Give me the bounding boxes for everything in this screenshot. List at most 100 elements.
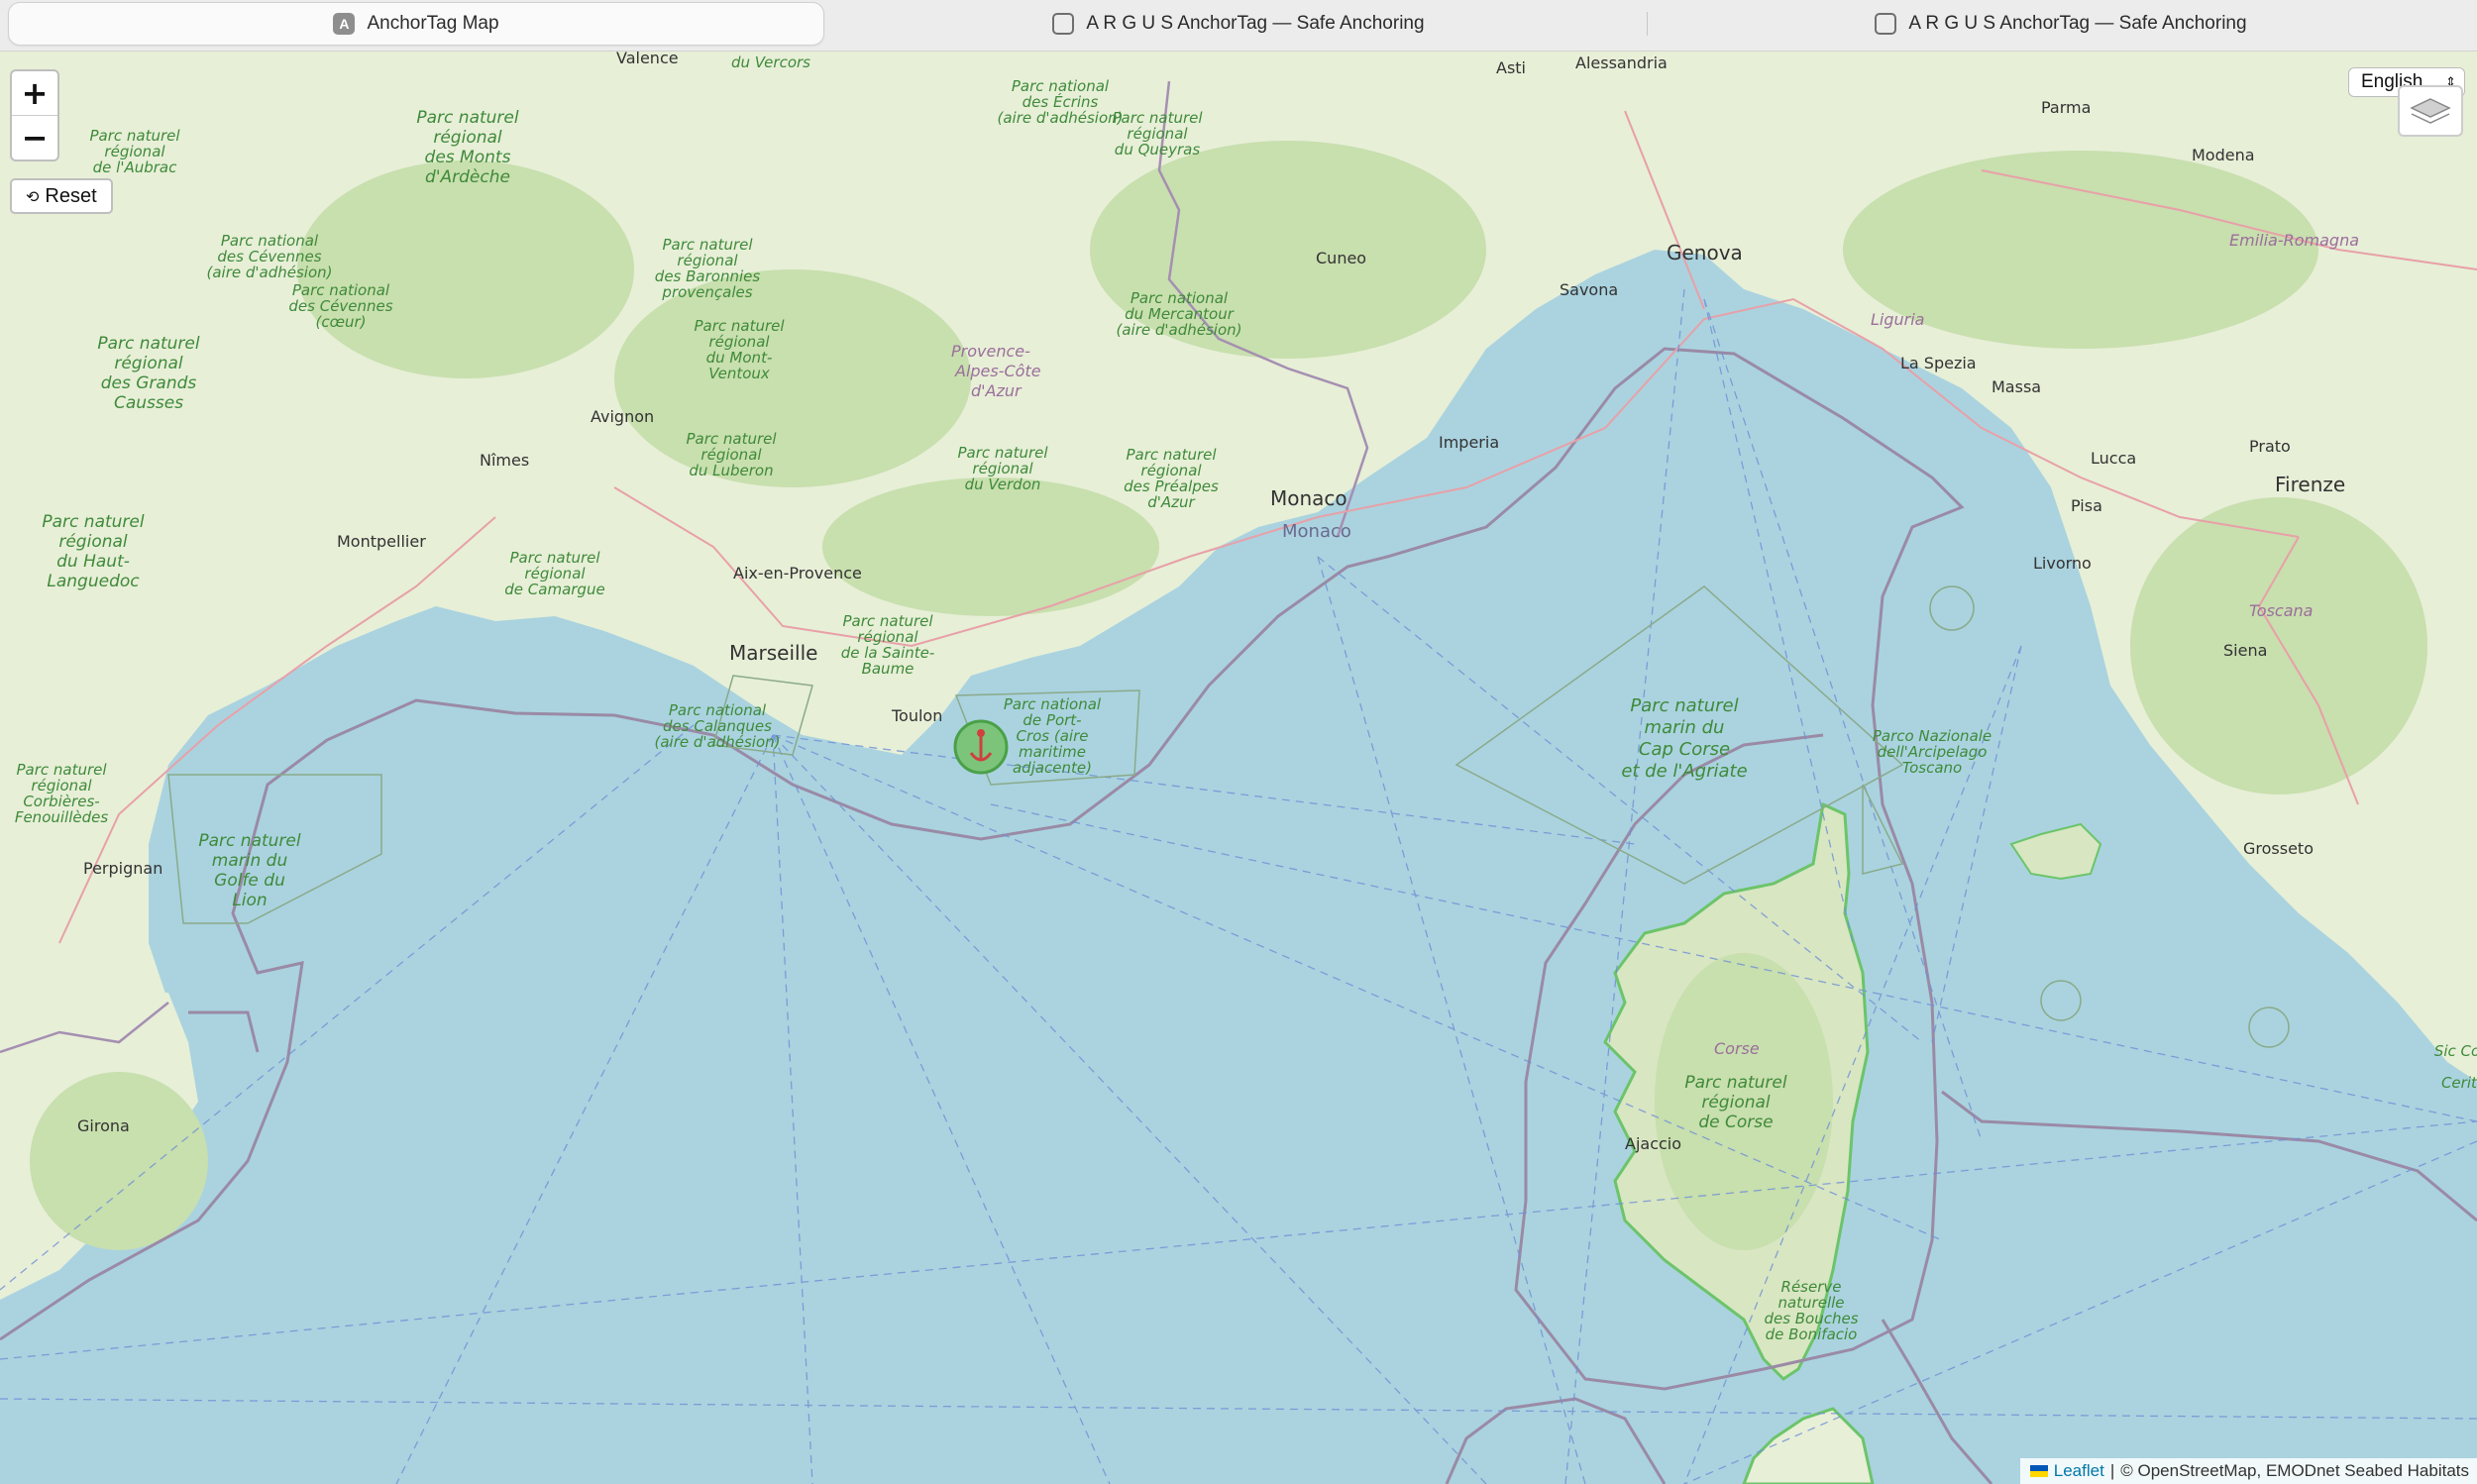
tab-separator [1647, 12, 1648, 36]
region-label: d'Azur [971, 381, 1023, 400]
city-label: Siena [2223, 641, 2267, 660]
park-label: de Bonifacio [1766, 1325, 1858, 1343]
park-label: Parc naturel [198, 831, 300, 851]
city-label: Genova [1667, 241, 1743, 265]
park-label: Languedoc [47, 572, 140, 591]
page-icon [1052, 13, 1075, 35]
layers-icon [2410, 98, 2451, 124]
city-label: Toulon [891, 706, 942, 725]
park-label: Ceriti [2441, 1074, 2477, 1092]
city-label: Perpignan [83, 859, 162, 878]
anchor-marker[interactable] [953, 719, 1009, 775]
city-label: Pisa [2071, 496, 2102, 515]
city-label: Prato [2249, 437, 2291, 456]
tab-title: A R G U S AnchorTag — Safe Anchoring [1908, 13, 2247, 34]
region-label: Toscana [2249, 601, 2313, 620]
park-label: Toscano [1902, 759, 1962, 777]
park-label: Ventoux [708, 365, 770, 382]
city-label: Parma [2041, 98, 2091, 117]
map-tiles[interactable]: Valence Asti Alessandria Parma Modena Cu… [0, 52, 2477, 1484]
city-label: Asti [1496, 58, 1526, 77]
layers-control[interactable] [2398, 85, 2463, 137]
region-label: Corse [1714, 1039, 1760, 1058]
park-label: Parc naturel [97, 334, 199, 354]
reset-label: Reset [45, 184, 97, 207]
tab-title: A R G U S AnchorTag — Safe Anchoring [1086, 13, 1425, 34]
park-label: régional [58, 532, 128, 552]
zoom-control: + − [10, 69, 59, 161]
park-label: Parc naturel [1630, 695, 1738, 716]
park-label: (aire d'adhésion) [207, 264, 333, 281]
park-label: du Haut- [56, 552, 130, 572]
tab-anchortag-map[interactable]: A AnchorTag Map [8, 2, 824, 46]
park-label: (aire d'adhésion) [998, 109, 1124, 127]
park-label: de Corse [1698, 1113, 1773, 1132]
park-label: (aire d'adhésion) [1117, 321, 1242, 339]
park-label: Parc naturel [1684, 1073, 1786, 1093]
park-label: du Vercors [731, 53, 810, 71]
park-label: (aire d'adhésion) [655, 733, 781, 751]
reset-button[interactable]: ⟲ Reset [10, 178, 113, 214]
city-label: Valence [616, 52, 679, 67]
leaflet-link[interactable]: Leaflet [2029, 1461, 2104, 1481]
park-label: (cœur) [315, 313, 366, 331]
city-label: Savona [1560, 280, 1618, 299]
park-label: adjacente) [1013, 759, 1092, 777]
park-label: des Grands [101, 373, 197, 393]
park-label: d'Ardèche [425, 167, 510, 187]
park-label: Golfe du [214, 871, 285, 891]
city-label: Aix-en-Provence [733, 564, 862, 583]
region-label: Provence- [951, 342, 1030, 361]
park-label: régional [433, 128, 502, 148]
city-label: Grosseto [2243, 839, 2314, 858]
city-label: Massa [1992, 377, 2041, 396]
park-label: Sic Co [2434, 1042, 2477, 1060]
city-label: Nîmes [480, 451, 529, 470]
map-viewport[interactable]: Valence Asti Alessandria Parma Modena Cu… [0, 52, 2477, 1484]
city-label: Modena [2192, 146, 2255, 164]
zoom-in-button[interactable]: + [12, 71, 57, 115]
park-label: régional [1701, 1093, 1771, 1113]
park-label: marin du [1645, 717, 1725, 738]
tab-argus-1[interactable]: A R G U S AnchorTag — Safe Anchoring [832, 2, 1645, 46]
city-label: Monaco [1270, 486, 1347, 510]
park-label: Baume [862, 660, 915, 678]
tab-argus-2[interactable]: A R G U S AnchorTag — Safe Anchoring [1653, 2, 2469, 46]
park-label: du Queyras [1115, 141, 1201, 159]
city-label: Firenze [2275, 473, 2345, 496]
park-label: Parc naturel [416, 108, 518, 128]
city-label: La Spezia [1900, 354, 1977, 372]
city-label: Girona [77, 1116, 130, 1135]
zoom-out-button[interactable]: − [12, 115, 57, 159]
park-label: du Luberon [689, 462, 773, 479]
attribution-text: © OpenStreetMap, EMODnet Seabed Habitats [2120, 1461, 2469, 1480]
region-label: Liguria [1871, 310, 1924, 329]
city-label: Avignon [591, 407, 654, 426]
park-label: Fenouillèdes [15, 808, 109, 826]
anchortag-favicon-icon: A [333, 13, 356, 35]
park-label: régional [114, 354, 183, 373]
park-label: d'Azur [1147, 493, 1195, 511]
park-label: marin du [212, 851, 288, 871]
city-label: Livorno [2033, 554, 2092, 573]
park-label: Parc naturel [42, 512, 144, 532]
map-attribution: Leaflet | © OpenStreetMap, EMODnet Seabe… [2019, 1458, 2477, 1484]
monaco-sea-label: Monaco [1282, 521, 1351, 542]
city-label: Marseille [729, 641, 817, 665]
page-icon [1875, 13, 1897, 35]
park-label: et de l'Agriate [1621, 761, 1747, 782]
park-label: du Verdon [965, 476, 1041, 493]
park-label: provençales [661, 283, 752, 301]
park-label: Cap Corse [1639, 739, 1730, 760]
city-label: Montpellier [337, 532, 426, 551]
park-label: de Camargue [504, 581, 604, 598]
city-label: Imperia [1439, 433, 1499, 452]
browser-tab-bar: A AnchorTag Map A R G U S AnchorTag — Sa… [0, 0, 2477, 52]
region-label: Emilia-Romagna [2229, 231, 2359, 250]
park-label: des Monts [425, 148, 511, 167]
park-label: Lion [232, 891, 267, 910]
reset-icon: ⟲ [26, 186, 40, 206]
region-label: Alpes-Côte [954, 362, 1041, 380]
city-label: Alessandria [1575, 53, 1668, 72]
city-label: Ajaccio [1625, 1134, 1681, 1153]
